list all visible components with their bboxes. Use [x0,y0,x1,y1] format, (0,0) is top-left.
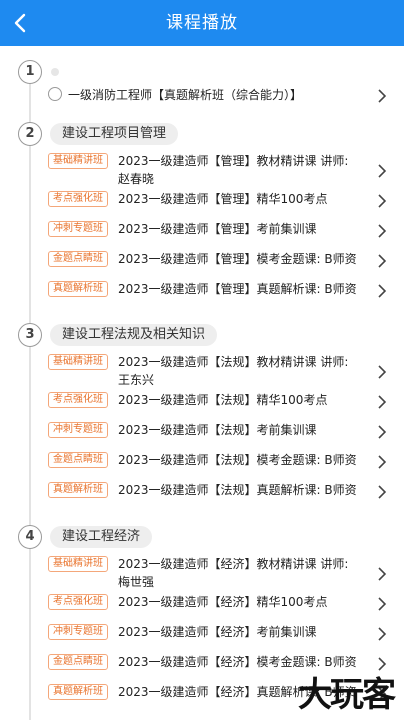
list-item[interactable]: 金题点睛班 2023一级建造师【管理】模考金题课: B师资 [44,250,394,270]
section-title: 建设工程经济 [50,526,153,548]
list-item[interactable]: 金题点睛班 2023一级建造师【法规】模考金题课: B师资 [44,451,394,471]
chevron-right-icon [376,424,388,439]
item-lecturer: 赵春晓 [118,172,155,186]
item-lecturer: 王东兴 [118,373,155,387]
item-title: 2023一级建造师【法规】真题解析课: B师资 [118,483,357,497]
item-title: 2023一级建造师【管理】真题解析课: B师资 [118,282,357,296]
course-type-badge: 基础精讲班 [48,354,108,370]
list-item[interactable]: 基础精讲班 2023一级建造师【法规】教材精讲课 讲师: 王东兴 [44,353,394,389]
list-item[interactable]: 冲刺专题班 2023一级建造师【管理】考前集训课 [44,220,394,240]
section-title: 建设工程项目管理 [50,123,179,145]
list-item[interactable]: 考点强化班 2023一级建造师【管理】精华100考点 [44,190,394,210]
page-title: 课程播放 [166,13,238,33]
course-list: 1 一级消防工程师【真题解析班（综合能力）】 2 建设工程项目管理基础精讲班 202… [0,46,404,720]
chevron-right-icon [376,364,388,379]
item-title: 一级消防工程师【真题解析班（综合能力）】 [68,88,303,102]
course-type-badge: 金题点睛班 [48,452,108,468]
course-type-badge: 真题解析班 [48,684,108,700]
item-title: 2023一级建造师【管理】教材精讲课 讲师: [118,154,349,168]
course-type-badge: 金题点睛班 [48,251,108,267]
item-title: 2023一级建造师【经济】考前集训课 [118,625,317,639]
course-type-badge: 考点强化班 [48,392,108,408]
radio-icon[interactable] [48,87,62,101]
item-title: 2023一级建造师【经济】教材精讲课 讲师: [118,557,349,571]
list-item[interactable]: 基础精讲班 2023一级建造师【管理】教材精讲课 讲师: 赵春晓 [44,152,394,188]
section-number: 4 [18,525,42,549]
chevron-right-icon [376,193,388,208]
course-type-badge: 基础精讲班 [48,556,108,572]
course-type-badge: 真题解析班 [48,482,108,498]
section-number: 2 [18,122,42,146]
item-title: 2023一级建造师【经济】精华100考点 [118,595,328,609]
chevron-right-icon [376,163,388,178]
section-title: 建设工程法规及相关知识 [50,324,218,346]
course-type-badge: 冲刺专题班 [48,422,108,438]
course-type-badge: 真题解析班 [48,281,108,297]
course-type-badge: 考点强化班 [48,594,108,610]
item-title: 2023一级建造师【管理】考前集训课 [118,222,317,236]
chevron-right-icon [376,88,388,103]
header-bar: 课程播放 [0,0,404,46]
chevron-right-icon [376,394,388,409]
chevron-right-icon [376,596,388,611]
item-lecturer: 梅世强 [118,575,155,589]
list-item[interactable]: 基础精讲班 2023一级建造师【经济】教材精讲课 讲师: 梅世强 [44,555,394,591]
section-number: 1 [18,60,42,84]
item-title: 2023一级建造师【法规】模考金题课: B师资 [118,453,357,467]
chevron-right-icon [376,454,388,469]
list-item[interactable]: 冲刺专题班 2023一级建造师【法规】考前集训课 [44,421,394,441]
item-title: 2023一级建造师【法规】精华100考点 [118,393,328,407]
course-type-badge: 基础精讲班 [48,153,108,169]
list-item[interactable]: 考点强化班 2023一级建造师【法规】精华100考点 [44,391,394,411]
list-item[interactable]: 真题解析班 2023一级建造师【管理】真题解析课: B师资 [44,280,394,300]
chevron-right-icon [376,283,388,298]
chevron-right-icon [376,484,388,499]
chevron-right-icon [376,223,388,238]
watermark: 大玩客 [298,675,396,715]
chevron-right-icon [376,626,388,641]
item-title: 2023一级建造师【法规】考前集训课 [118,423,317,437]
course-type-badge: 考点强化班 [48,191,108,207]
item-title: 2023一级建造师【法规】教材精讲课 讲师: [118,355,349,369]
item-title: 2023一级建造师【管理】模考金题课: B师资 [118,252,357,266]
dot-icon [51,68,59,76]
course-type-badge: 金题点睛班 [48,654,108,670]
chevron-right-icon [376,566,388,581]
list-item[interactable]: 真题解析班 2023一级建造师【法规】真题解析课: B师资 [44,481,394,501]
list-item[interactable]: 一级消防工程师【真题解析班（综合能力）】 [44,86,394,108]
timeline-line [29,68,31,720]
course-type-badge: 冲刺专题班 [48,624,108,640]
section-number: 3 [18,323,42,347]
course-type-badge: 冲刺专题班 [48,221,108,237]
item-title: 2023一级建造师【管理】精华100考点 [118,192,328,206]
chevron-right-icon [376,253,388,268]
list-item[interactable]: 考点强化班 2023一级建造师【经济】精华100考点 [44,593,394,613]
list-item[interactable]: 冲刺专题班 2023一级建造师【经济】考前集训课 [44,623,394,643]
